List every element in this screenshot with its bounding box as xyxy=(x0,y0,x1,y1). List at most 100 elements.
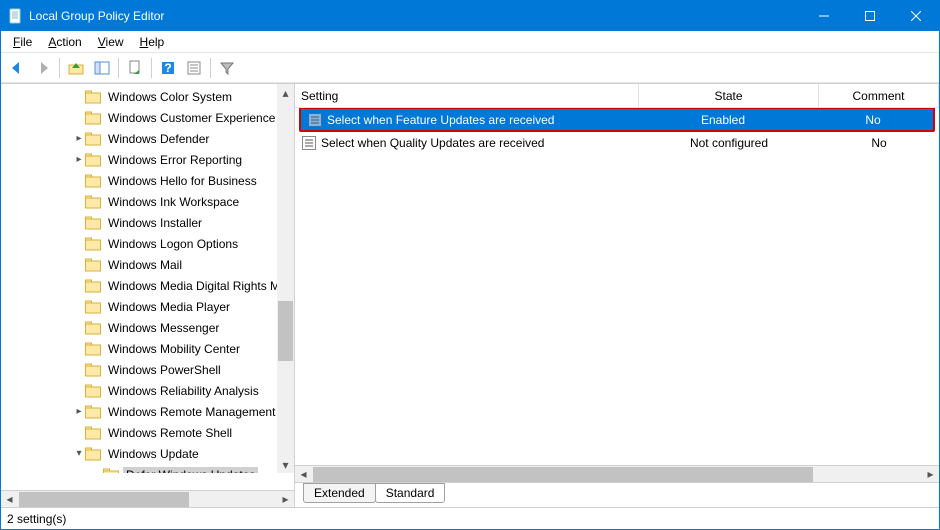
folder-icon xyxy=(85,132,101,146)
setting-row[interactable]: Select when Feature Updates are received… xyxy=(301,109,933,130)
list-headers: Setting State Comment xyxy=(295,84,939,108)
scrollbar-thumb[interactable] xyxy=(278,301,293,361)
folder-icon xyxy=(85,90,101,104)
tree-item[interactable]: ▸Windows Remote Management ( xyxy=(1,401,294,422)
tree-item[interactable]: Windows Customer Experience I xyxy=(1,107,294,128)
tree-item[interactable]: ▸Windows Error Reporting xyxy=(1,149,294,170)
tree-item[interactable]: Defer Windows Updates xyxy=(1,464,294,473)
list-body[interactable]: Select when Feature Updates are received… xyxy=(295,108,939,465)
maximize-button[interactable] xyxy=(847,1,893,31)
tree-item[interactable]: Windows Reliability Analysis xyxy=(1,380,294,401)
tree-item-label: Windows Reliability Analysis xyxy=(105,383,262,399)
scrollbar-thumb[interactable] xyxy=(313,467,813,482)
folder-icon xyxy=(85,258,101,272)
tab-extended[interactable]: Extended xyxy=(303,483,376,503)
minimize-button[interactable] xyxy=(801,1,847,31)
tree-vertical-scrollbar[interactable]: ▴ ▾ xyxy=(277,84,294,473)
up-folder-button[interactable] xyxy=(64,56,88,80)
column-header-comment[interactable]: Comment xyxy=(819,84,939,107)
setting-row[interactable]: Select when Quality Updates are received… xyxy=(295,132,939,153)
tree-item-label: Windows Color System xyxy=(105,89,235,105)
tree[interactable]: Windows Color System Windows Customer Exp… xyxy=(1,84,294,473)
window-title: Local Group Policy Editor xyxy=(29,9,801,23)
menu-help[interactable]: Help xyxy=(132,33,173,51)
tree-item-label: Windows Defender xyxy=(105,131,212,147)
menu-action[interactable]: Action xyxy=(40,33,89,51)
folder-icon xyxy=(85,279,101,293)
folder-icon xyxy=(85,174,101,188)
tree-item-label: Windows PowerShell xyxy=(105,362,224,378)
forward-button[interactable] xyxy=(31,56,55,80)
back-button[interactable] xyxy=(5,56,29,80)
list-horizontal-scrollbar[interactable]: ◂ ▸ xyxy=(295,465,939,482)
svg-text:?: ? xyxy=(164,61,171,75)
tree-item-label: Windows Media Digital Rights M xyxy=(105,278,283,294)
scrollbar-thumb[interactable] xyxy=(19,492,189,507)
tree-item[interactable]: Windows Media Digital Rights M xyxy=(1,275,294,296)
tree-item-label: Windows Update xyxy=(105,446,202,462)
menu-help-rest: elp xyxy=(148,35,164,49)
tree-pane: Windows Color System Windows Customer Exp… xyxy=(1,84,295,507)
folder-icon xyxy=(85,300,101,314)
scroll-right-icon[interactable]: ▸ xyxy=(922,467,939,481)
setting-icon xyxy=(301,135,317,151)
tree-item-label: Windows Messenger xyxy=(105,320,222,336)
folder-icon xyxy=(85,447,101,461)
column-header-state[interactable]: State xyxy=(639,84,819,107)
tab-standard[interactable]: Standard xyxy=(375,483,446,503)
menu-view[interactable]: View xyxy=(90,33,132,51)
filter-button[interactable] xyxy=(215,56,239,80)
tree-horizontal-scrollbar[interactable]: ◂ ▸ xyxy=(1,490,294,507)
scroll-down-icon[interactable]: ▾ xyxy=(282,456,288,473)
tree-item-label: Windows Installer xyxy=(105,215,205,231)
setting-name: Select when Feature Updates are received xyxy=(327,113,554,127)
tree-item[interactable]: Windows Color System xyxy=(1,86,294,107)
tree-item[interactable]: Windows Remote Shell xyxy=(1,422,294,443)
tree-item[interactable]: Windows Ink Workspace xyxy=(1,191,294,212)
setting-state: Not configured xyxy=(690,136,768,150)
folder-icon xyxy=(85,153,101,167)
close-button[interactable] xyxy=(893,1,939,31)
tree-item[interactable]: Windows Logon Options xyxy=(1,233,294,254)
show-hide-tree-button[interactable] xyxy=(90,56,114,80)
tree-item[interactable]: Windows Mail xyxy=(1,254,294,275)
scroll-up-icon[interactable]: ▴ xyxy=(282,84,288,101)
folder-icon xyxy=(85,363,101,377)
view-tabs: Extended Standard xyxy=(295,483,939,507)
titlebar[interactable]: Local Group Policy Editor xyxy=(1,1,939,31)
tree-item-label: Windows Mobility Center xyxy=(105,341,243,357)
menu-file[interactable]: File xyxy=(5,33,40,51)
menu-view-rest: iew xyxy=(106,35,124,49)
expand-icon[interactable]: ▸ xyxy=(73,406,85,417)
tree-item[interactable]: Windows Media Player xyxy=(1,296,294,317)
setting-comment: No xyxy=(865,113,880,127)
app-icon xyxy=(7,8,23,24)
column-header-setting[interactable]: Setting xyxy=(295,84,639,107)
setting-state: Enabled xyxy=(701,113,745,127)
folder-icon xyxy=(85,111,101,125)
expand-icon[interactable]: ▸ xyxy=(73,133,85,144)
list-area: Setting State Comment Select when Featur… xyxy=(295,84,939,483)
expand-icon[interactable]: ▾ xyxy=(73,448,85,459)
tree-item[interactable]: Windows Messenger xyxy=(1,317,294,338)
tree-item[interactable]: ▸ Windows Defender xyxy=(1,128,294,149)
setting-icon xyxy=(307,112,323,128)
properties-button[interactable] xyxy=(182,56,206,80)
folder-icon xyxy=(85,384,101,398)
status-text: 2 setting(s) xyxy=(7,512,66,526)
tree-item[interactable]: ▾ Windows Update xyxy=(1,443,294,464)
folder-icon xyxy=(85,342,101,356)
tree-item[interactable]: Windows Mobility Center xyxy=(1,338,294,359)
tree-item[interactable]: Windows PowerShell xyxy=(1,359,294,380)
tree-item[interactable]: Windows Installer xyxy=(1,212,294,233)
export-button[interactable] xyxy=(123,56,147,80)
folder-icon xyxy=(85,216,101,230)
menu-file-rest: ile xyxy=(20,35,32,49)
tree-item[interactable]: Windows Hello for Business xyxy=(1,170,294,191)
folder-icon xyxy=(85,426,101,440)
scroll-left-icon[interactable]: ◂ xyxy=(295,467,312,481)
scroll-left-icon[interactable]: ◂ xyxy=(1,492,18,506)
help-button[interactable]: ? xyxy=(156,56,180,80)
expand-icon[interactable]: ▸ xyxy=(73,154,85,165)
scroll-right-icon[interactable]: ▸ xyxy=(277,492,294,506)
